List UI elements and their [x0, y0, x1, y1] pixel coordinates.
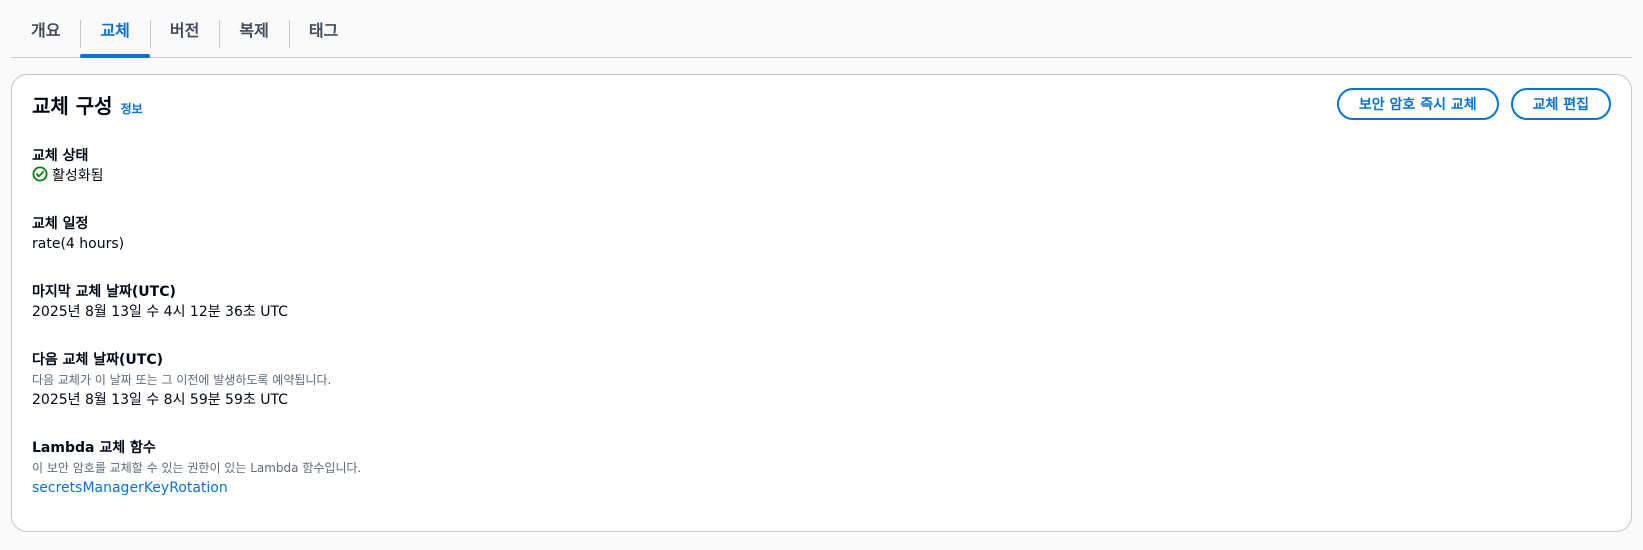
rotation-status-value: 활성화됨 — [32, 166, 732, 186]
info-link[interactable]: 정보 — [121, 100, 143, 117]
title-group: 교체 구성 정보 — [32, 90, 143, 119]
lambda-function-label: Lambda 교체 함수 — [32, 440, 156, 456]
lambda-function-description: 이 보안 암호를 교체할 수 있는 권한이 있는 Lambda 함수입니다. — [32, 461, 362, 475]
tab-rotation[interactable]: 교체 — [80, 0, 151, 58]
rotation-schedule-value: rate(4 hours) — [32, 236, 125, 252]
rotation-status-field: 교체 상태 활성화됨 — [32, 146, 732, 186]
panel-actions: 보안 암호 즉시 교체 교체 편집 — [1336, 88, 1611, 120]
next-rotation-label: 다음 교체 날짜(UTC) — [32, 352, 164, 368]
lambda-function-field: Lambda 교체 함수 이 보안 암호를 교체할 수 있는 권한이 있는 La… — [32, 438, 732, 498]
tab-overview[interactable]: 개요 — [11, 0, 80, 57]
last-rotated-field: 마지막 교체 날짜(UTC) 2025년 8월 13일 수 4시 12분 36초… — [32, 282, 732, 322]
next-rotation-description: 다음 교체가 이 날짜 또는 그 이전에 발생하도록 예약됩니다. — [32, 373, 332, 387]
last-rotated-label: 마지막 교체 날짜(UTC) — [32, 284, 176, 300]
rotation-schedule-field: 교체 일정 rate(4 hours) — [32, 214, 732, 254]
last-rotated-value: 2025년 8월 13일 수 4시 12분 36초 UTC — [32, 304, 288, 320]
rotation-status-label: 교체 상태 — [32, 148, 89, 164]
tab-tags[interactable]: 태그 — [288, 0, 358, 57]
rotation-schedule-label: 교체 일정 — [32, 216, 89, 232]
rotation-status-text: 활성화됨 — [52, 168, 104, 184]
next-rotation-field: 다음 교체 날짜(UTC) 다음 교체가 이 날짜 또는 그 이전에 발생하도록… — [32, 350, 732, 410]
tab-bar: 개요 교체 버전 복제 태그 — [11, 0, 1632, 58]
next-rotation-value: 2025년 8월 13일 수 8시 59분 59초 UTC — [32, 392, 288, 408]
tab-versions[interactable]: 버전 — [149, 0, 219, 57]
panel-header: 교체 구성 정보 보안 암호 즉시 교체 교체 편집 — [32, 87, 1611, 121]
edit-rotation-button[interactable]: 교체 편집 — [1510, 88, 1611, 120]
check-circle-icon — [32, 166, 48, 186]
rotation-configuration-panel: 교체 구성 정보 보안 암호 즉시 교체 교체 편집 교체 상태 활성화됨 교체… — [11, 74, 1632, 532]
panel-title: 교체 구성 — [32, 93, 113, 118]
tab-replication[interactable]: 복제 — [219, 0, 288, 57]
rotate-secret-now-button[interactable]: 보안 암호 즉시 교체 — [1336, 88, 1499, 120]
lambda-function-link[interactable]: secretsManagerKeyRotation — [32, 478, 732, 498]
